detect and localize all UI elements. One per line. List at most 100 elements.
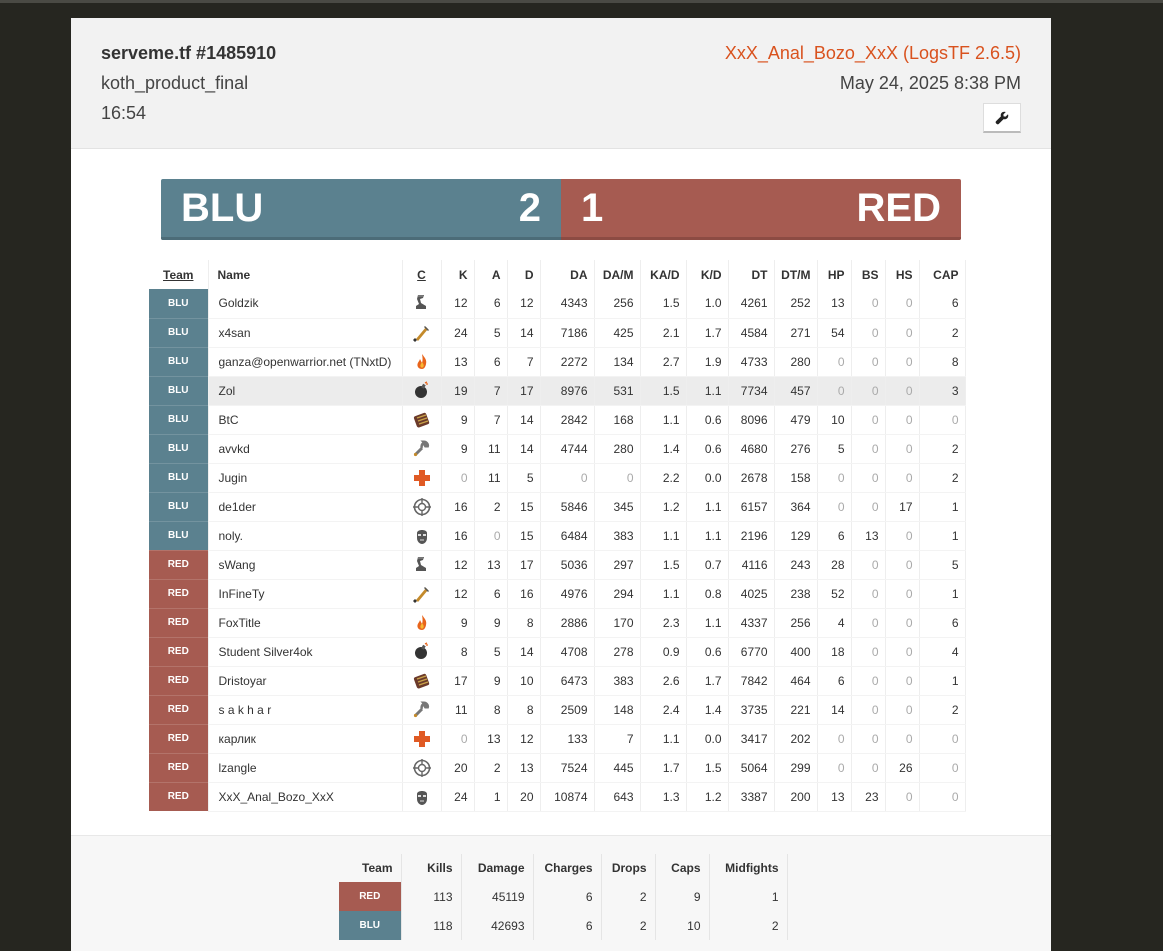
pyro-class-icon [403, 613, 441, 633]
stat-k: 9 [441, 608, 475, 638]
summary-header-caps: Caps [655, 854, 710, 882]
stat-bs: 0 [851, 579, 886, 609]
stat-kd: 1.1 [686, 521, 729, 551]
soldier-class-icon [403, 584, 441, 604]
stat-hs: 0 [885, 695, 920, 725]
player-name-link[interactable]: InFineTy [208, 579, 403, 609]
stat-dt: 3417 [728, 724, 775, 754]
stat-bs: 0 [851, 753, 886, 783]
column-header-a[interactable]: A [474, 260, 508, 289]
stat-da: 10874 [540, 782, 595, 812]
column-header-bs[interactable]: BS [851, 260, 886, 289]
heavy-class-icon [403, 671, 441, 691]
column-header-dam[interactable]: DA/M [594, 260, 641, 289]
stat-dam: 280 [594, 434, 641, 464]
engineer-class-icon [403, 700, 441, 720]
player-name-link[interactable]: FoxTitle [208, 608, 403, 638]
stat-dtm: 256 [774, 608, 818, 638]
player-row: RED InFineTy 12 6 16 4976 294 1.1 0.8 4025 238 52 0 0… [149, 579, 966, 609]
stat-da: 0 [540, 463, 595, 493]
blu-score-panel: BLU 2 [161, 179, 561, 240]
summary-charges: 6 [533, 882, 602, 911]
class-cell [402, 637, 442, 667]
column-header-cap[interactable]: CAP [919, 260, 966, 289]
class-cell [402, 753, 442, 783]
stat-dam: 148 [594, 695, 641, 725]
stat-d: 12 [507, 289, 541, 319]
player-name-link[interactable]: x4san [208, 318, 403, 348]
class-cell [402, 492, 442, 522]
stat-d: 7 [507, 347, 541, 377]
stat-hs: 0 [885, 347, 920, 377]
stat-kad: 1.5 [640, 550, 687, 580]
player-name-link[interactable]: s a k h a r [208, 695, 403, 725]
player-name-link[interactable]: Dristoyar [208, 666, 403, 696]
stats-body: BLU Goldzik 12 6 12 4343 256 1.5 1.0 4261 252 13 0 0 6… [149, 289, 966, 812]
player-name-link[interactable]: lzangle [208, 753, 403, 783]
column-header-dt[interactable]: DT [728, 260, 775, 289]
stat-da: 2842 [540, 405, 595, 435]
stat-da: 5036 [540, 550, 595, 580]
stat-kad: 1.1 [640, 521, 687, 551]
player-name-link[interactable]: BtC [208, 405, 403, 435]
column-header-k[interactable]: K [441, 260, 475, 289]
player-name-link[interactable]: XxX_Anal_Bozo_XxX [208, 782, 403, 812]
player-row: BLU Goldzik 12 6 12 4343 256 1.5 1.0 4261 252 13 0 0 6 [149, 289, 966, 319]
player-name-link[interactable]: карлик [208, 724, 403, 754]
column-header-name[interactable]: Name [208, 260, 403, 289]
stat-k: 0 [441, 724, 475, 754]
stat-k: 13 [441, 347, 475, 377]
column-header-hp[interactable]: HP [817, 260, 852, 289]
column-header-hs[interactable]: HS [885, 260, 920, 289]
player-name-link[interactable]: Zol [208, 376, 403, 406]
column-header-d[interactable]: D [507, 260, 541, 289]
column-header-dtm[interactable]: DT/M [774, 260, 818, 289]
column-header-kad[interactable]: KA/D [640, 260, 687, 289]
stat-hs: 0 [885, 579, 920, 609]
stat-hp: 28 [817, 550, 852, 580]
stat-cap: 6 [919, 608, 966, 638]
stat-d: 15 [507, 521, 541, 551]
stat-dtm: 280 [774, 347, 818, 377]
column-header-da[interactable]: DA [540, 260, 595, 289]
player-row: RED XxX_Anal_Bozo_XxX 24 1 20 10874 643 1.3 1.2 3… [149, 782, 966, 812]
column-header-cls[interactable]: C [402, 260, 442, 289]
red-score-panel: 1 RED [561, 179, 961, 240]
stat-k: 9 [441, 434, 475, 464]
stat-dt: 3387 [728, 782, 775, 812]
stat-hs: 0 [885, 608, 920, 638]
class-cell [402, 318, 442, 348]
stat-da: 7186 [540, 318, 595, 348]
stat-cap: 0 [919, 405, 966, 435]
stat-kd: 0.6 [686, 405, 729, 435]
stat-a: 7 [474, 376, 508, 406]
stat-dam: 643 [594, 782, 641, 812]
stat-dam: 170 [594, 608, 641, 638]
stat-kd: 1.4 [686, 695, 729, 725]
class-cell [402, 347, 442, 377]
player-name-link[interactable]: sWang [208, 550, 403, 580]
stat-a: 8 [474, 695, 508, 725]
tools-button[interactable] [983, 103, 1021, 133]
match-duration: 16:54 [101, 103, 147, 123]
stat-dt: 4584 [728, 318, 775, 348]
stat-dt: 4261 [728, 289, 775, 319]
player-name-link[interactable]: Goldzik [208, 289, 403, 319]
column-header-team[interactable]: Team [149, 260, 209, 289]
stat-dam: 134 [594, 347, 641, 377]
player-name-link[interactable]: Student Silver4ok [208, 637, 403, 667]
column-header-kd[interactable]: K/D [686, 260, 729, 289]
player-name-link[interactable]: Jugin [208, 463, 403, 493]
stat-d: 10 [507, 666, 541, 696]
map-name: koth_product_final [101, 73, 249, 93]
uploader-link[interactable]: XxX_Anal_Bozo_XxX (LogsTF 2.6.5) [725, 43, 1021, 64]
log-header: serveme.tf #1485910 koth_product_final 1… [71, 18, 1051, 149]
stat-kd: 0.6 [686, 434, 729, 464]
stat-a: 9 [474, 608, 508, 638]
stat-bs: 0 [851, 492, 886, 522]
player-name-link[interactable]: avvkd [208, 434, 403, 464]
player-name-link[interactable]: de1der [208, 492, 403, 522]
stat-kd: 1.0 [686, 289, 729, 319]
player-name-link[interactable]: ganza@openwarrior.net (TNxtD) [208, 347, 403, 377]
player-name-link[interactable]: noly. [208, 521, 403, 551]
